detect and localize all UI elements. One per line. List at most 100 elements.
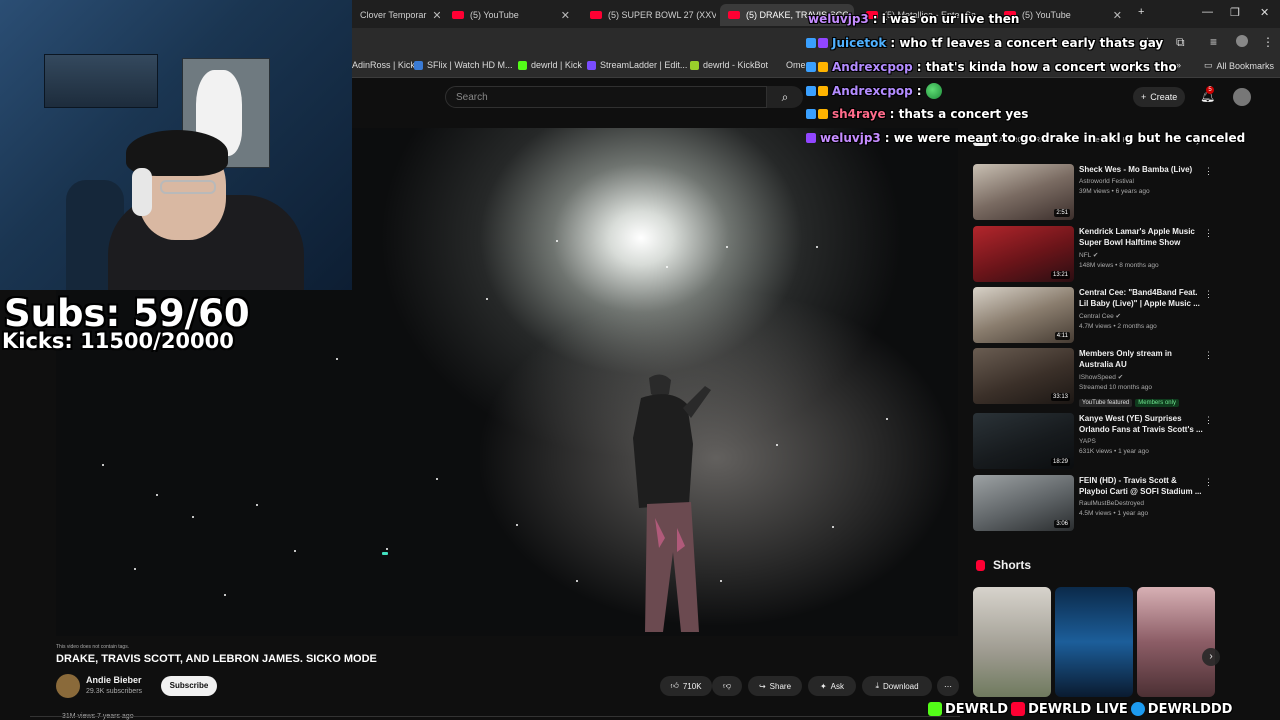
short-thumbnail[interactable] — [1137, 587, 1215, 697]
all-bookmarks[interactable]: ▭ All Bookmarks — [1204, 60, 1274, 71]
video-thumbnail[interactable]: 3:06 — [973, 475, 1074, 531]
bookmark-sflix[interactable]: SFlix | Watch HD M... — [414, 60, 513, 70]
extensions-icon[interactable]: ⧉ — [1176, 35, 1185, 50]
recommended-video[interactable]: 3:06 FEIN (HD) - Travis Scott & Playboi … — [973, 475, 1215, 531]
video-title[interactable]: Members Only stream in Australia AU — [1079, 348, 1203, 370]
download-button[interactable]: ⤓ Download — [862, 676, 932, 696]
like-button[interactable]: 👍︎ 710K — [660, 676, 712, 696]
chat-text: : we were meant to go drake in akl g but… — [884, 131, 1246, 145]
light-particle — [726, 246, 728, 248]
account-avatar[interactable] — [1233, 88, 1251, 106]
recommended-video[interactable]: 33:13 Members Only stream in Australia A… — [973, 348, 1215, 407]
chat-text: : — [916, 84, 922, 98]
video-title[interactable]: Kendrick Lamar's Apple Music Super Bowl … — [1079, 226, 1203, 248]
video-channel[interactable]: RaulMustBeDestroyed — [1079, 500, 1203, 507]
dislike-button[interactable]: 👎︎ — [712, 676, 742, 696]
tab-clover[interactable]: Clover Temporar ✕ — [352, 4, 440, 26]
search-button[interactable]: ⌕ — [767, 86, 803, 108]
create-button[interactable]: + Create — [1133, 87, 1186, 107]
wall-poster — [44, 54, 158, 108]
video-channel[interactable]: IShowSpeed ✔ — [1079, 373, 1203, 381]
light-particle — [666, 266, 668, 268]
chevron-right-icon[interactable]: › — [1202, 648, 1220, 666]
streamer-glasses — [160, 180, 216, 194]
light-particle — [156, 494, 158, 496]
video-title[interactable]: Kanye West (YE) Surprises Orlando Fans a… — [1079, 413, 1203, 435]
video-title[interactable]: Central Cee: "Band4Band Feat. Lil Baby (… — [1079, 287, 1203, 309]
video-title[interactable]: Sheck Wes - Mo Bamba (Live) — [1079, 164, 1203, 175]
ask-button[interactable]: ✦ Ask — [808, 676, 856, 696]
light-particle — [576, 580, 578, 582]
bookmark-ome[interactable]: Ome — [786, 60, 806, 70]
more-icon[interactable]: ⋮ — [1204, 289, 1213, 300]
badge-icon — [806, 62, 816, 72]
plus-icon: + — [1141, 92, 1147, 102]
like-count: 710K — [682, 681, 702, 691]
no-tags-notice: This video does not contain tags. — [56, 644, 130, 650]
featured-badge: YouTube featured — [1079, 399, 1133, 407]
profile-icon[interactable] — [1236, 35, 1248, 47]
video-thumbnail[interactable]: 4:11 — [973, 287, 1074, 343]
chat-badges — [806, 109, 828, 119]
bookmark-adinross[interactable]: AdinRoss | Kick — [352, 60, 415, 70]
video-badges: YouTube featured Members only — [1079, 391, 1203, 409]
maximize-icon[interactable]: ❐ — [1230, 6, 1240, 19]
video-thumbnail[interactable]: 13:21 — [973, 226, 1074, 282]
close-icon[interactable]: ✕ — [432, 9, 440, 22]
recommended-video[interactable]: 4:11 Central Cee: "Band4Band Feat. Lil B… — [973, 287, 1215, 343]
kebab-menu-icon[interactable]: ⋮ — [1262, 35, 1274, 49]
tab-super-bowl[interactable]: (5) SUPER BOWL 27 (XXVI ✕ — [582, 4, 716, 26]
subscribe-button[interactable]: Subscribe — [161, 676, 217, 696]
chat-message: Andrexcpop : — [806, 83, 942, 99]
badge-icon — [818, 109, 828, 119]
badge-icon — [818, 86, 828, 96]
bookmark-streamladder[interactable]: StreamLadder | Edit... — [587, 60, 687, 70]
tab-youtube-1[interactable]: (5) YouTube ✕ — [444, 4, 578, 26]
divider — [30, 716, 960, 717]
badge-icon — [806, 86, 816, 96]
share-button[interactable]: ↪ Share — [748, 676, 802, 696]
window-close-icon[interactable]: ✕ — [1260, 6, 1269, 19]
video-title[interactable]: FEIN (HD) - Travis Scott & Playboi Carti… — [1079, 475, 1203, 497]
more-icon[interactable]: ⋮ — [1204, 415, 1213, 426]
video-thumbnail[interactable]: 18:29 — [973, 413, 1074, 469]
video-meta: 39M views • 6 years ago — [1079, 188, 1150, 195]
recommended-video[interactable]: 13:21 Kendrick Lamar's Apple Music Super… — [973, 226, 1215, 282]
minimize-icon[interactable]: — — [1202, 6, 1213, 18]
more-icon[interactable]: ⋮ — [1204, 228, 1213, 239]
short-thumbnail[interactable] — [1055, 587, 1133, 697]
more-icon[interactable]: ⋮ — [1204, 166, 1213, 177]
more-actions-button[interactable]: ⋯ — [937, 676, 959, 696]
video-channel[interactable]: YAPS — [1079, 438, 1203, 445]
recommended-video[interactable]: 2:51 Sheck Wes - Mo Bamba (Live) Astrowo… — [973, 164, 1215, 220]
menu-icon[interactable]: ≡ — [1210, 35, 1217, 49]
light-particle — [294, 550, 296, 552]
light-particle — [256, 504, 258, 506]
chat-badges — [806, 62, 828, 72]
video-channel[interactable]: NFL ✔ — [1079, 251, 1203, 259]
bookmark-dewrld-kick[interactable]: dewrld | Kick — [518, 60, 582, 70]
new-tab-icon[interactable]: + — [1138, 6, 1144, 18]
bookmark-kickbot[interactable]: dewrld - KickBot — [690, 60, 768, 70]
close-icon[interactable]: ✕ — [561, 9, 570, 22]
video-meta: 148M views • 8 months ago — [1079, 262, 1159, 269]
recommended-video[interactable]: 18:29 Kanye West (YE) Surprises Orlando … — [973, 413, 1215, 469]
close-icon[interactable]: ✕ — [1113, 9, 1122, 22]
video-thumbnail[interactable]: 2:51 — [973, 164, 1074, 220]
video-duration: 3:06 — [1054, 520, 1070, 528]
search-input[interactable]: Search — [445, 86, 767, 108]
channel-avatar[interactable] — [56, 674, 80, 698]
youtube-icon — [1011, 702, 1026, 716]
more-icon[interactable]: ⋮ — [1204, 350, 1213, 361]
video-channel[interactable]: Central Cee ✔ — [1079, 312, 1203, 320]
tab-label: (5) SUPER BOWL 27 (XXVI — [608, 10, 716, 20]
bookmark-label: dewrld | Kick — [531, 60, 582, 70]
more-icon[interactable]: ⋮ — [1204, 477, 1213, 488]
channel-label: Central Cee — [1079, 313, 1114, 320]
kick-icon — [518, 60, 527, 70]
short-thumbnail[interactable] — [973, 587, 1051, 697]
channel-name[interactable]: Andie Bieber — [86, 675, 142, 685]
video-channel[interactable]: Astroworld Festival — [1079, 178, 1203, 185]
video-thumbnail[interactable]: 33:13 — [973, 348, 1074, 404]
twitter-handle: DEWRLDDD — [1147, 701, 1233, 717]
